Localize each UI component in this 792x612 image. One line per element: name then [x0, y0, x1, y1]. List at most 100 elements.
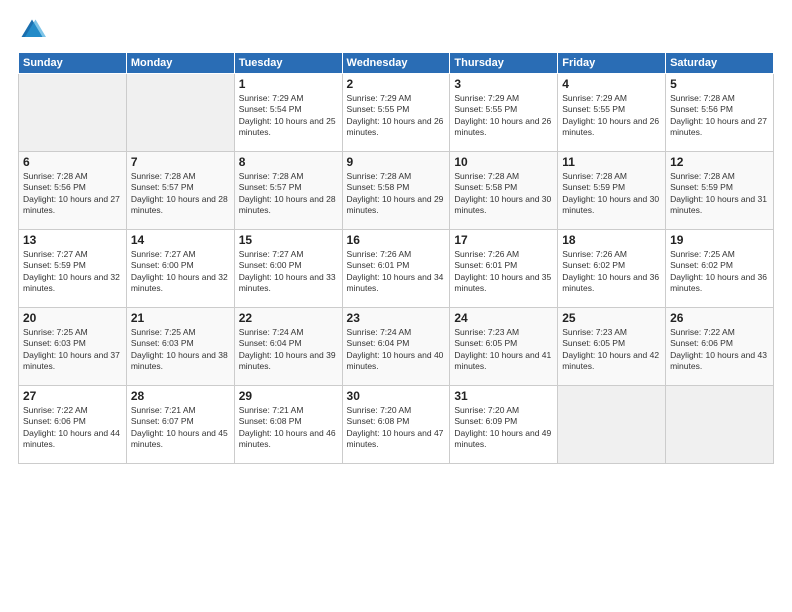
calendar-cell: 19 Sunrise: 7:25 AM Sunset: 6:02 PM Dayli…	[666, 230, 774, 308]
calendar-body: 1 Sunrise: 7:29 AM Sunset: 5:54 PM Daylig…	[19, 74, 774, 464]
day-detail: Sunrise: 7:28 AM Sunset: 5:59 PM Dayligh…	[562, 171, 661, 217]
day-detail: Sunrise: 7:27 AM Sunset: 6:00 PM Dayligh…	[131, 249, 230, 295]
calendar-cell: 24 Sunrise: 7:23 AM Sunset: 6:05 PM Dayli…	[450, 308, 558, 386]
header-day-thursday: Thursday	[450, 53, 558, 74]
day-detail: Sunrise: 7:27 AM Sunset: 6:00 PM Dayligh…	[239, 249, 338, 295]
day-number: 27	[23, 389, 122, 403]
day-detail: Sunrise: 7:29 AM Sunset: 5:55 PM Dayligh…	[562, 93, 661, 139]
calendar-cell: 16 Sunrise: 7:26 AM Sunset: 6:01 PM Dayli…	[342, 230, 450, 308]
calendar-cell: 3Sunrise: 7:29 AM Sunset: 5:55 PM Daylig…	[450, 74, 558, 152]
day-number: 30	[347, 389, 446, 403]
day-detail: Sunrise: 7:26 AM Sunset: 6:01 PM Dayligh…	[454, 249, 553, 295]
calendar-cell: 1 Sunrise: 7:29 AM Sunset: 5:54 PM Daylig…	[234, 74, 342, 152]
calendar-cell: 18Sunrise: 7:26 AM Sunset: 6:02 PM Dayli…	[558, 230, 666, 308]
week-row-3: 13Sunrise: 7:27 AM Sunset: 5:59 PM Dayli…	[19, 230, 774, 308]
header-day-monday: Monday	[126, 53, 234, 74]
calendar-cell: 14 Sunrise: 7:27 AM Sunset: 6:00 PM Dayli…	[126, 230, 234, 308]
calendar-cell	[126, 74, 234, 152]
day-number: 29	[239, 389, 338, 403]
day-detail: Sunrise: 7:28 AM Sunset: 5:59 PM Dayligh…	[670, 171, 769, 217]
day-detail: Sunrise: 7:28 AM Sunset: 5:58 PM Dayligh…	[454, 171, 553, 217]
calendar-cell: 22Sunrise: 7:24 AM Sunset: 6:04 PM Dayli…	[234, 308, 342, 386]
day-number: 26	[670, 311, 769, 325]
day-number: 10	[454, 155, 553, 169]
day-number: 19	[670, 233, 769, 247]
calendar-cell: 5Sunrise: 7:28 AM Sunset: 5:56 PM Daylig…	[666, 74, 774, 152]
day-number: 14	[131, 233, 230, 247]
week-row-1: 1 Sunrise: 7:29 AM Sunset: 5:54 PM Daylig…	[19, 74, 774, 152]
calendar-cell: 25Sunrise: 7:23 AM Sunset: 6:05 PM Dayli…	[558, 308, 666, 386]
day-detail: Sunrise: 7:26 AM Sunset: 6:02 PM Dayligh…	[562, 249, 661, 295]
day-number: 6	[23, 155, 122, 169]
day-detail: Sunrise: 7:25 AM Sunset: 6:02 PM Dayligh…	[670, 249, 769, 295]
calendar-cell	[666, 386, 774, 464]
calendar-cell: 20 Sunrise: 7:25 AM Sunset: 6:03 PM Dayli…	[19, 308, 127, 386]
day-number: 23	[347, 311, 446, 325]
header-day-friday: Friday	[558, 53, 666, 74]
calendar-cell: 12 Sunrise: 7:28 AM Sunset: 5:59 PM Dayli…	[666, 152, 774, 230]
calendar-cell: 6 Sunrise: 7:28 AM Sunset: 5:56 PM Daylig…	[19, 152, 127, 230]
calendar-cell: 17 Sunrise: 7:26 AM Sunset: 6:01 PM Dayli…	[450, 230, 558, 308]
day-detail: Sunrise: 7:28 AM Sunset: 5:57 PM Dayligh…	[239, 171, 338, 217]
day-number: 24	[454, 311, 553, 325]
calendar-cell: 21Sunrise: 7:25 AM Sunset: 6:03 PM Dayli…	[126, 308, 234, 386]
header-row: SundayMondayTuesdayWednesdayThursdayFrid…	[19, 53, 774, 74]
calendar-cell	[19, 74, 127, 152]
day-detail: Sunrise: 7:29 AM Sunset: 5:55 PM Dayligh…	[454, 93, 553, 139]
calendar-cell: 4 Sunrise: 7:29 AM Sunset: 5:55 PM Daylig…	[558, 74, 666, 152]
day-number: 8	[239, 155, 338, 169]
week-row-5: 27 Sunrise: 7:22 AM Sunset: 6:06 PM Dayli…	[19, 386, 774, 464]
day-detail: Sunrise: 7:22 AM Sunset: 6:06 PM Dayligh…	[23, 405, 122, 451]
day-detail: Sunrise: 7:28 AM Sunset: 5:57 PM Dayligh…	[131, 171, 230, 217]
calendar-cell: 28 Sunrise: 7:21 AM Sunset: 6:07 PM Dayli…	[126, 386, 234, 464]
week-row-4: 20 Sunrise: 7:25 AM Sunset: 6:03 PM Dayli…	[19, 308, 774, 386]
calendar-cell: 26 Sunrise: 7:22 AM Sunset: 6:06 PM Dayli…	[666, 308, 774, 386]
calendar-cell: 30 Sunrise: 7:20 AM Sunset: 6:08 PM Dayli…	[342, 386, 450, 464]
calendar-cell: 8 Sunrise: 7:28 AM Sunset: 5:57 PM Daylig…	[234, 152, 342, 230]
calendar-cell: 15 Sunrise: 7:27 AM Sunset: 6:00 PM Dayli…	[234, 230, 342, 308]
day-detail: Sunrise: 7:23 AM Sunset: 6:05 PM Dayligh…	[454, 327, 553, 373]
calendar-cell: 2Sunrise: 7:29 AM Sunset: 5:55 PM Daylig…	[342, 74, 450, 152]
header-day-tuesday: Tuesday	[234, 53, 342, 74]
calendar-cell: 11Sunrise: 7:28 AM Sunset: 5:59 PM Dayli…	[558, 152, 666, 230]
day-detail: Sunrise: 7:23 AM Sunset: 6:05 PM Dayligh…	[562, 327, 661, 373]
calendar-cell: 10 Sunrise: 7:28 AM Sunset: 5:58 PM Dayli…	[450, 152, 558, 230]
day-number: 16	[347, 233, 446, 247]
day-detail: Sunrise: 7:29 AM Sunset: 5:54 PM Dayligh…	[239, 93, 338, 139]
day-detail: Sunrise: 7:20 AM Sunset: 6:08 PM Dayligh…	[347, 405, 446, 451]
day-number: 31	[454, 389, 553, 403]
calendar-cell	[558, 386, 666, 464]
logo-icon	[18, 16, 46, 44]
day-number: 15	[239, 233, 338, 247]
calendar-cell: 13Sunrise: 7:27 AM Sunset: 5:59 PM Dayli…	[19, 230, 127, 308]
day-detail: Sunrise: 7:29 AM Sunset: 5:55 PM Dayligh…	[347, 93, 446, 139]
calendar-cell: 29 Sunrise: 7:21 AM Sunset: 6:08 PM Dayli…	[234, 386, 342, 464]
day-detail: Sunrise: 7:26 AM Sunset: 6:01 PM Dayligh…	[347, 249, 446, 295]
header-day-saturday: Saturday	[666, 53, 774, 74]
day-detail: Sunrise: 7:21 AM Sunset: 6:07 PM Dayligh…	[131, 405, 230, 451]
header-day-wednesday: Wednesday	[342, 53, 450, 74]
calendar-cell: 31 Sunrise: 7:20 AM Sunset: 6:09 PM Dayli…	[450, 386, 558, 464]
day-number: 20	[23, 311, 122, 325]
calendar-cell: 27 Sunrise: 7:22 AM Sunset: 6:06 PM Dayli…	[19, 386, 127, 464]
week-row-2: 6 Sunrise: 7:28 AM Sunset: 5:56 PM Daylig…	[19, 152, 774, 230]
day-detail: Sunrise: 7:22 AM Sunset: 6:06 PM Dayligh…	[670, 327, 769, 373]
day-number: 17	[454, 233, 553, 247]
logo	[18, 16, 50, 44]
day-number: 7	[131, 155, 230, 169]
calendar-cell: 7 Sunrise: 7:28 AM Sunset: 5:57 PM Daylig…	[126, 152, 234, 230]
calendar-cell: 23Sunrise: 7:24 AM Sunset: 6:04 PM Dayli…	[342, 308, 450, 386]
day-detail: Sunrise: 7:25 AM Sunset: 6:03 PM Dayligh…	[23, 327, 122, 373]
day-detail: Sunrise: 7:28 AM Sunset: 5:58 PM Dayligh…	[347, 171, 446, 217]
day-number: 4	[562, 77, 661, 91]
day-number: 1	[239, 77, 338, 91]
day-detail: Sunrise: 7:28 AM Sunset: 5:56 PM Dayligh…	[23, 171, 122, 217]
day-detail: Sunrise: 7:21 AM Sunset: 6:08 PM Dayligh…	[239, 405, 338, 451]
day-detail: Sunrise: 7:27 AM Sunset: 5:59 PM Dayligh…	[23, 249, 122, 295]
day-detail: Sunrise: 7:24 AM Sunset: 6:04 PM Dayligh…	[239, 327, 338, 373]
day-number: 28	[131, 389, 230, 403]
day-number: 12	[670, 155, 769, 169]
calendar-cell: 9 Sunrise: 7:28 AM Sunset: 5:58 PM Daylig…	[342, 152, 450, 230]
day-number: 9	[347, 155, 446, 169]
day-detail: Sunrise: 7:20 AM Sunset: 6:09 PM Dayligh…	[454, 405, 553, 451]
